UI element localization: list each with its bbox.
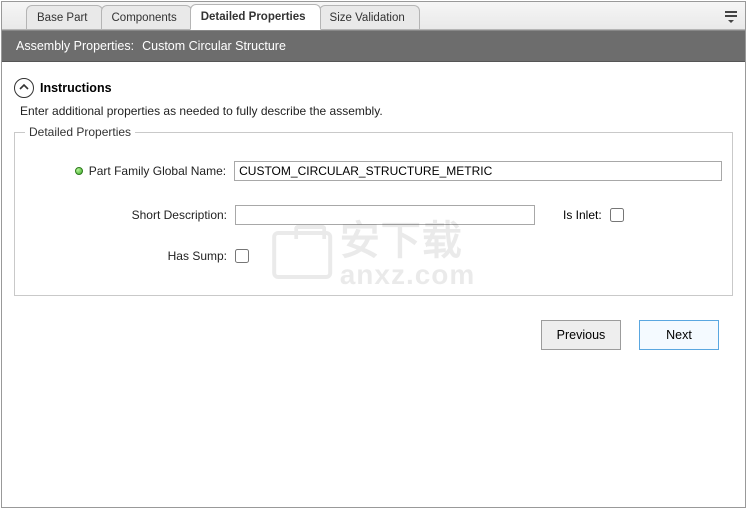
row-has-sump: Has Sump: [25,249,722,263]
tab-detailed-properties[interactable]: Detailed Properties [190,4,321,30]
has-sump-label: Has Sump: [168,249,227,263]
instructions-title: Instructions [40,81,112,95]
part-family-label: Part Family Global Name: [89,164,226,178]
instructions-header: Instructions [14,78,733,98]
has-sump-checkbox[interactable] [235,249,249,263]
overflow-menu-icon[interactable] [723,8,739,24]
detailed-properties-group: Detailed Properties Part Family Global N… [14,132,733,296]
window-frame: Base Part Components Detailed Properties… [1,1,746,508]
tab-components[interactable]: Components [101,5,192,29]
assembly-header-name: Custom Circular Structure [142,39,286,53]
instructions-text: Enter additional properties as needed to… [20,104,731,118]
row-part-family: Part Family Global Name: [25,161,722,181]
group-legend: Detailed Properties [25,125,135,139]
wizard-button-row: Previous Next [10,300,737,350]
assembly-header: Assembly Properties: Custom Circular Str… [2,30,745,62]
next-button[interactable]: Next [639,320,719,350]
short-description-label: Short Description: [132,208,227,222]
short-description-input[interactable] [235,205,535,225]
tab-strip: Base Part Components Detailed Properties… [2,2,745,30]
assembly-header-prefix: Assembly Properties: [16,39,134,53]
row-short-description: Short Description: Is Inlet: [25,205,722,225]
part-family-input[interactable] [234,161,722,181]
is-inlet-label: Is Inlet: [563,208,602,222]
required-indicator-icon [75,167,83,175]
tab-size-validation[interactable]: Size Validation [319,5,420,29]
content-area: Instructions Enter additional properties… [2,62,745,358]
is-inlet-checkbox[interactable] [610,208,624,222]
previous-button[interactable]: Previous [541,320,621,350]
collapse-toggle-icon[interactable] [14,78,34,98]
tab-base-part[interactable]: Base Part [26,5,103,29]
